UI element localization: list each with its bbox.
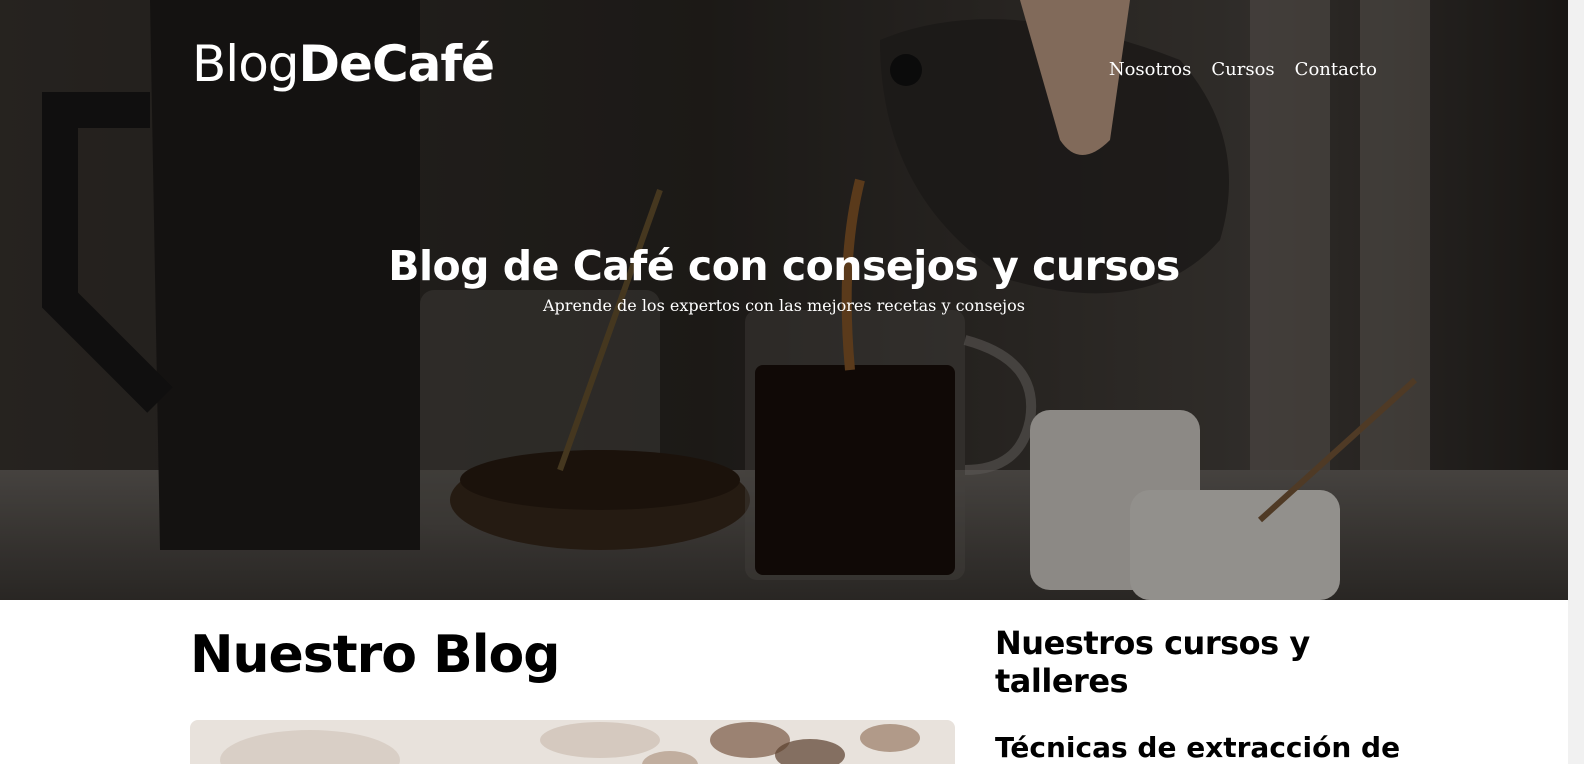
hero: BlogDeCafé Nosotros Cursos Contacto Blog… xyxy=(0,0,1568,600)
hero-text: Blog de Café con consejos y cursos Apren… xyxy=(0,238,1568,318)
nav-link-contacto[interactable]: Contacto xyxy=(1295,58,1377,82)
hero-title: Blog de Café con consejos y cursos xyxy=(388,242,1180,290)
main-content: Nuestro Blog Nuestros cursos y talleres … xyxy=(0,600,1568,764)
nav-link-nosotros[interactable]: Nosotros xyxy=(1109,58,1192,82)
logo-text-blog: Blog xyxy=(192,35,300,93)
blog-section-title: Nuestro Blog xyxy=(190,625,560,685)
logo-text-decafe: DeCafé xyxy=(298,35,496,93)
page-scrollbar[interactable] xyxy=(1568,0,1584,764)
coffee-beans-image xyxy=(190,720,955,764)
site-header: BlogDeCafé Nosotros Cursos Contacto xyxy=(192,30,1392,100)
blog-post-image[interactable] xyxy=(190,720,955,764)
site-logo[interactable]: BlogDeCafé xyxy=(192,34,496,94)
nav-link-cursos[interactable]: Cursos xyxy=(1211,58,1274,82)
course-item-title[interactable]: Técnicas de extracción de xyxy=(995,730,1415,764)
main-nav: Nosotros Cursos Contacto xyxy=(1109,58,1377,82)
courses-section-title: Nuestros cursos y talleres xyxy=(995,624,1310,700)
hero-subtitle: Aprende de los expertos con las mejores … xyxy=(543,296,1025,315)
